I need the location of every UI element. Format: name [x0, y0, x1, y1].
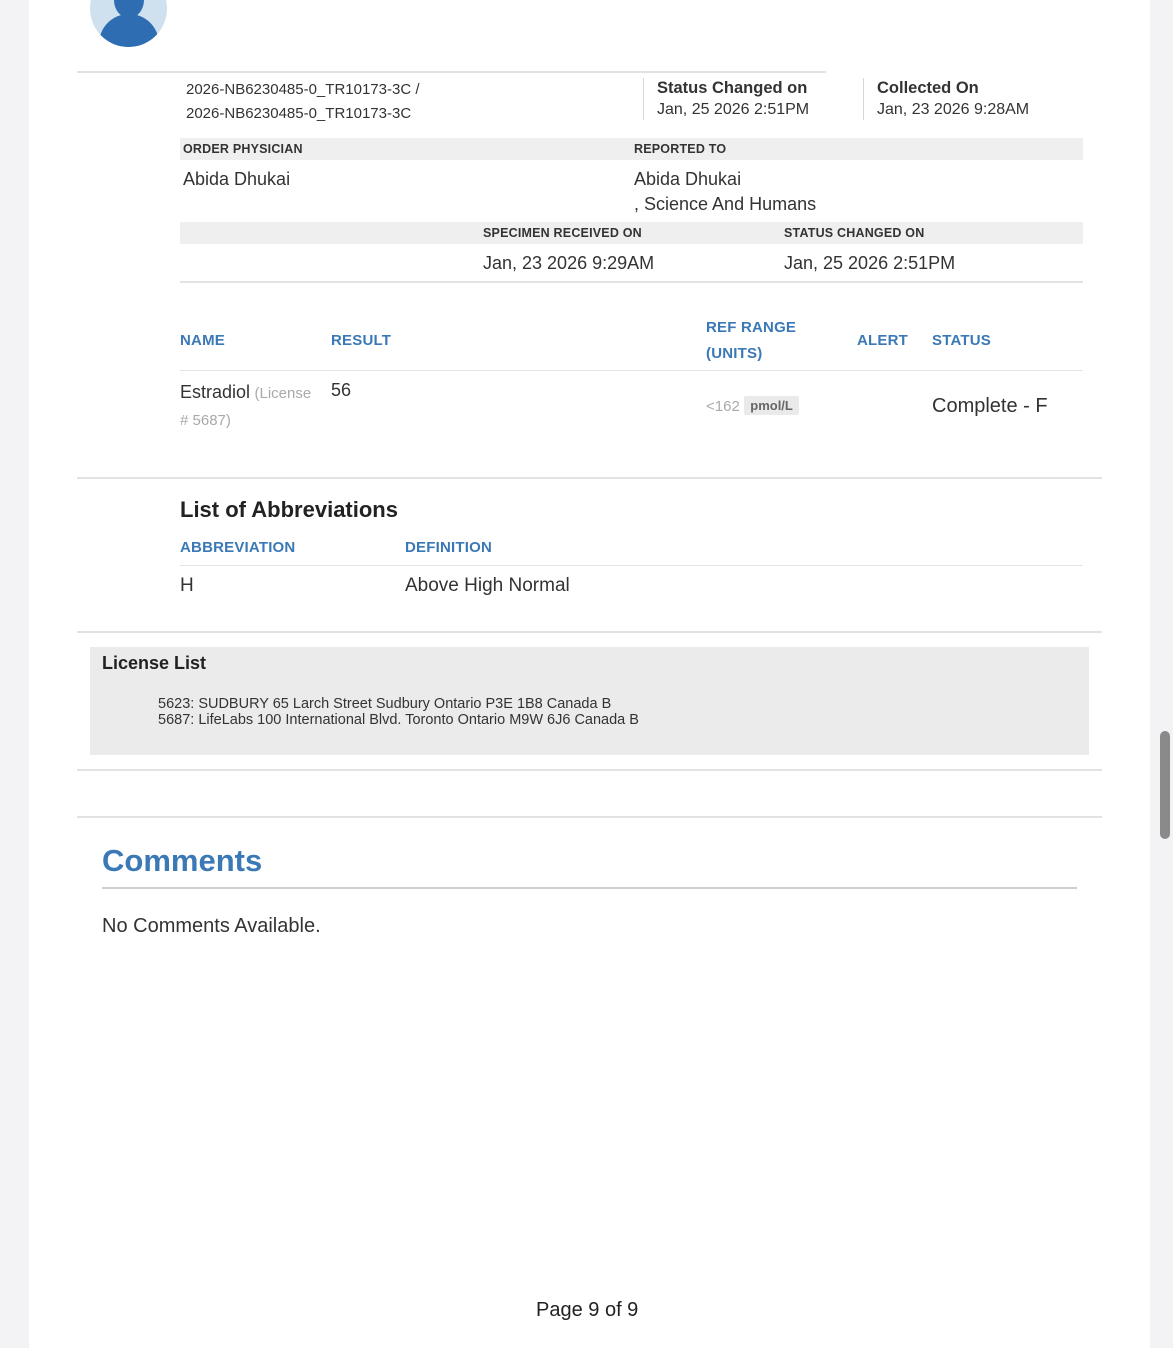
- page-number: Page 9 of 9: [536, 1299, 639, 1321]
- units-badge: pmol/L: [744, 396, 799, 415]
- order-physician-label: ORDER PHYSICIAN: [183, 142, 303, 156]
- specimen-received-label: SPECIMEN RECEIVED ON: [483, 226, 642, 240]
- specimen-received-value: Jan, 23 2026 9:29AM: [483, 253, 655, 273]
- test-license-2: # 5687): [180, 412, 231, 429]
- results-divider: [77, 477, 1102, 479]
- reported-to-org: , Science And Humans: [634, 194, 817, 214]
- col-alert-header: ALERT: [857, 332, 908, 349]
- col-units-header: (UNITS): [706, 345, 763, 362]
- reported-to-name: Abida Dhukai: [634, 169, 742, 189]
- physician-band: [180, 138, 1083, 160]
- abbreviation-value: H: [180, 575, 194, 596]
- collected-on-label: Collected On: [877, 79, 979, 97]
- col-status-header: STATUS: [932, 332, 991, 349]
- status-changed-on-value: Jan, 25 2026 2:51PM: [784, 253, 956, 273]
- header-separator-1: [643, 78, 644, 120]
- license-line-5687: 5687: LifeLabs 100 International Blvd. T…: [158, 712, 639, 728]
- comments-top-divider: [77, 816, 1102, 818]
- col-definition-header: DEFINITION: [405, 539, 492, 556]
- comments-divider: [102, 887, 1077, 889]
- license-divider: [77, 769, 1102, 771]
- abbreviations-header-divider: [180, 565, 1083, 566]
- status-changed-value: Jan, 25 2026 2:51PM: [657, 101, 810, 118]
- report-page: 2026-NB6230485-0_TR10173-3C / 2026-NB623…: [29, 0, 1150, 1348]
- col-result-header: RESULT: [331, 332, 392, 349]
- status-value: Complete - F: [932, 395, 1048, 417]
- status-changed-label: Status Changed on: [657, 79, 808, 97]
- status-changed-on-label: STATUS CHANGED ON: [784, 226, 925, 240]
- comments-text: No Comments Available.: [102, 915, 321, 937]
- header-separator-2: [863, 78, 864, 120]
- ref-range-value: <162: [706, 398, 740, 415]
- header-divider: [77, 71, 826, 73]
- scrollbar-thumb[interactable]: [1160, 731, 1170, 839]
- results-header-divider: [180, 370, 1083, 371]
- test-result-value: 56: [331, 380, 352, 400]
- abbreviations-divider: [77, 631, 1102, 633]
- test-name: Estradiol: [180, 382, 251, 402]
- col-name-header: NAME: [180, 332, 225, 349]
- table-row: Estradiol (License: [180, 381, 330, 405]
- definition-value: Above High Normal: [405, 575, 570, 596]
- abbreviations-title: List of Abbreviations: [180, 497, 398, 522]
- license-list-title: License List: [102, 653, 207, 673]
- accession-number-1: 2026-NB6230485-0_TR10173-3C /: [186, 81, 420, 98]
- order-physician-value: Abida Dhukai: [183, 169, 291, 189]
- license-line-5623: 5623: SUDBURY 65 Larch Street Sudbury On…: [158, 696, 612, 712]
- accession-number-2: 2026-NB6230485-0_TR10173-3C: [186, 105, 412, 122]
- specimen-divider: [180, 281, 1083, 283]
- reported-to-label: REPORTED TO: [634, 142, 727, 156]
- col-abbreviation-header: ABBREVIATION: [180, 539, 296, 556]
- test-license-1: (License: [254, 385, 312, 402]
- comments-title: Comments: [102, 843, 263, 878]
- collected-on-value: Jan, 23 2026 9:28AM: [877, 101, 1030, 118]
- col-ref-range-header: REF RANGE: [706, 319, 797, 336]
- patient-avatar-icon: [90, 0, 167, 47]
